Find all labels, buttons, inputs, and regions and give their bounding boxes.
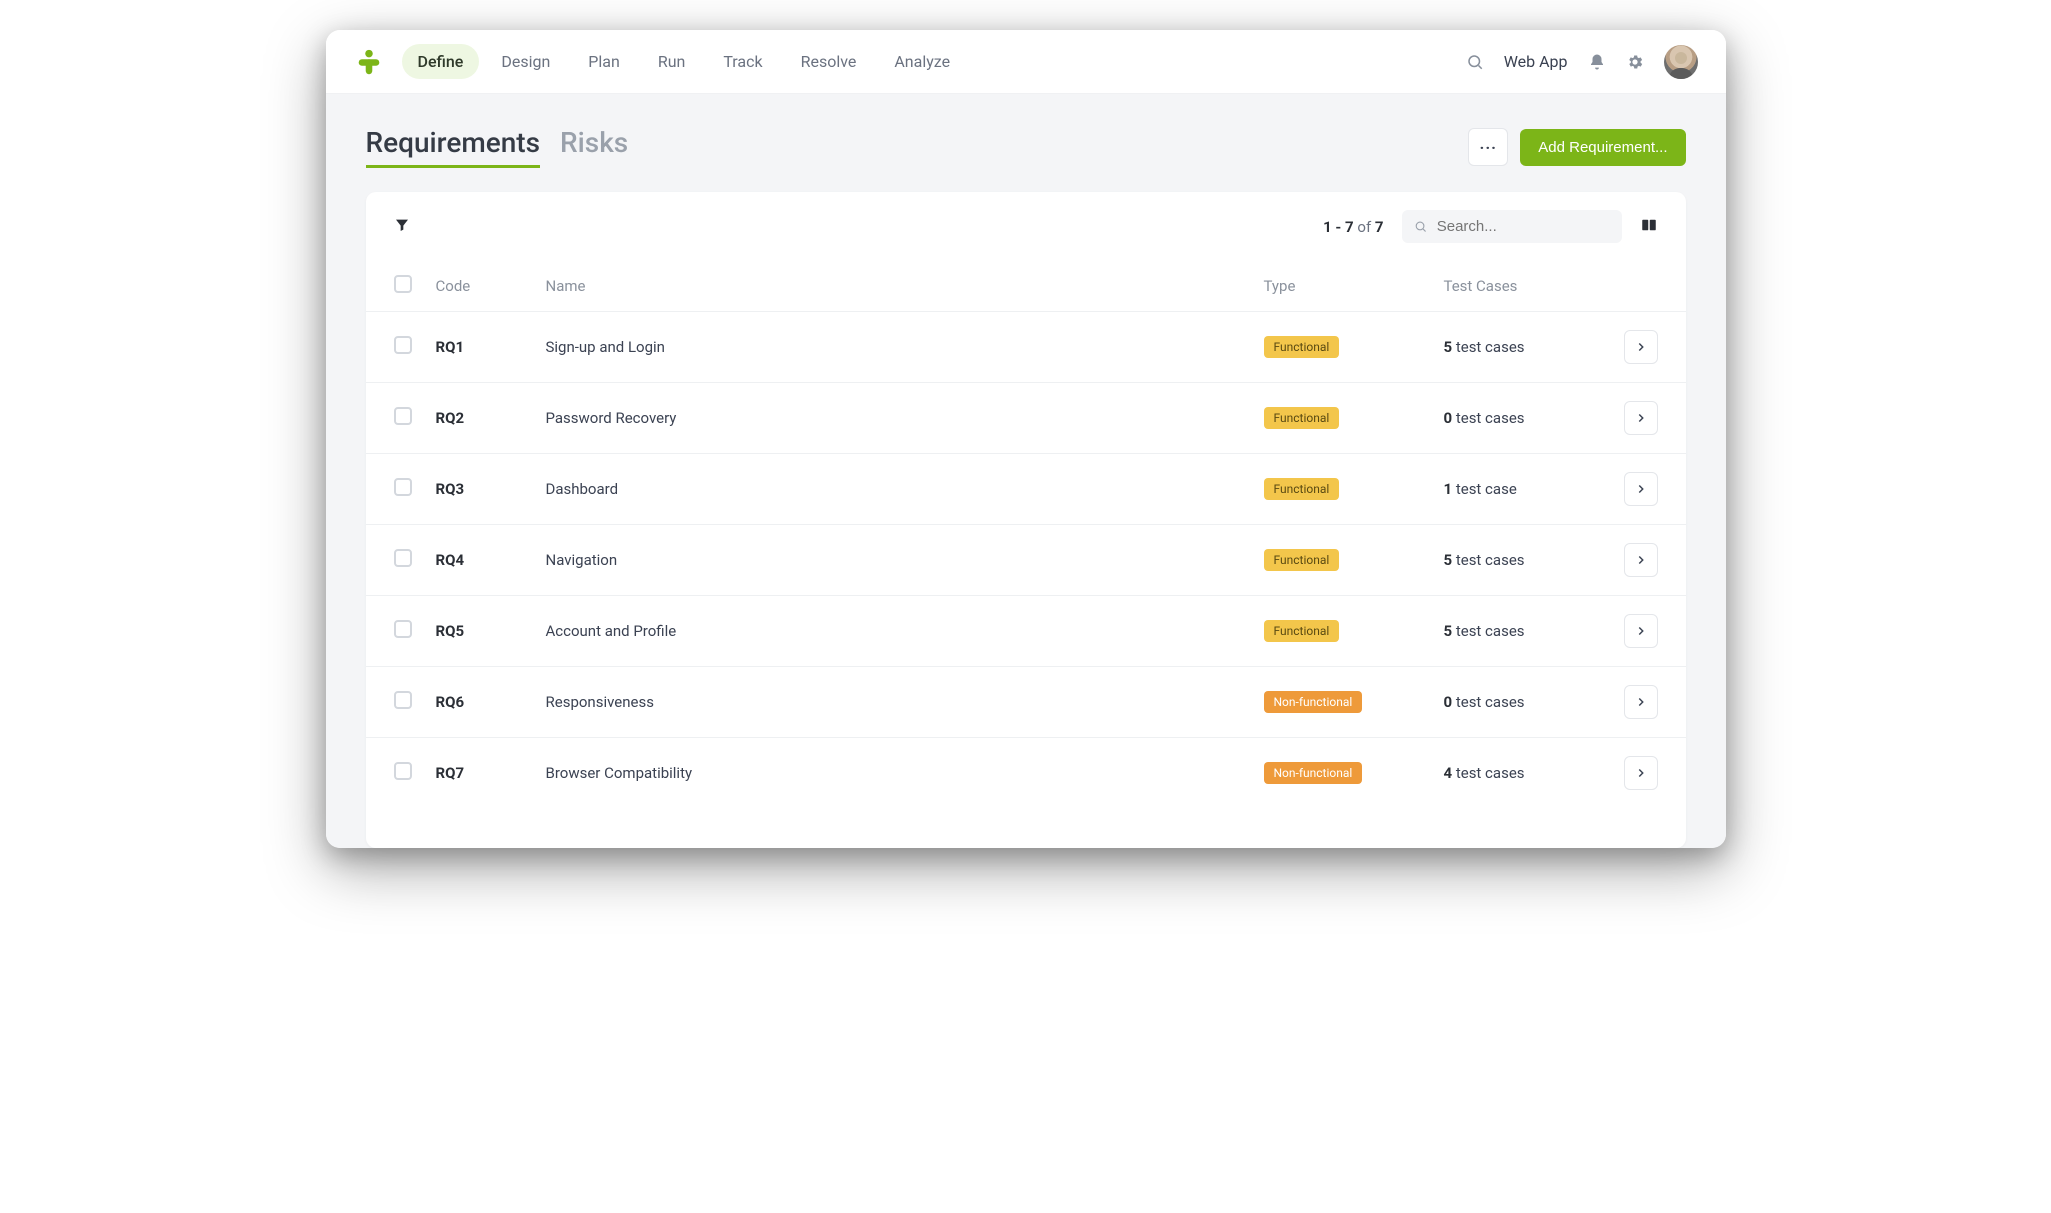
search-input[interactable] bbox=[1437, 218, 1610, 235]
requirements-card: 1 - 7 of 7 Code Name bbox=[366, 192, 1686, 848]
pagination-total: 7 bbox=[1375, 218, 1384, 236]
page-tab-risks[interactable]: Risks bbox=[560, 126, 628, 165]
row-checkbox[interactable] bbox=[394, 478, 412, 496]
table-row[interactable]: RQ6Responsiveness Non-functional 0 test ca… bbox=[366, 667, 1686, 738]
pagination-of: of bbox=[1354, 218, 1375, 236]
column-header-testcases[interactable]: Test Cases bbox=[1432, 261, 1612, 312]
nav-item-define[interactable]: Define bbox=[402, 44, 480, 79]
page-actions: ··· Add Requirement... bbox=[1468, 128, 1685, 166]
top-bar-right: Web App bbox=[1466, 45, 1698, 79]
user-avatar[interactable] bbox=[1664, 45, 1698, 79]
row-checkbox[interactable] bbox=[394, 691, 412, 709]
type-badge: Functional bbox=[1264, 549, 1340, 571]
test-cases-count: 1 test case bbox=[1432, 454, 1612, 525]
nav-item-track[interactable]: Track bbox=[707, 44, 778, 79]
test-cases-count: 5 test cases bbox=[1432, 596, 1612, 667]
requirement-name: Password Recovery bbox=[534, 383, 1252, 454]
table-row[interactable]: RQ2Password Recovery Functional 0 test cas… bbox=[366, 383, 1686, 454]
type-badge: Non-functional bbox=[1264, 691, 1363, 713]
requirement-name: Browser Compatibility bbox=[534, 738, 1252, 809]
row-checkbox[interactable] bbox=[394, 336, 412, 354]
top-bar: DefineDesignPlanRunTrackResolveAnalyze W… bbox=[326, 30, 1726, 94]
requirements-table: Code Name Type Test Cases RQ1Sign-up and… bbox=[366, 261, 1686, 808]
column-header-select bbox=[366, 261, 424, 312]
row-expand-button[interactable] bbox=[1624, 543, 1658, 577]
app-logo[interactable] bbox=[354, 47, 384, 77]
requirement-name: Account and Profile bbox=[534, 596, 1252, 667]
pagination-range: 1 - 7 bbox=[1323, 218, 1354, 236]
bell-icon[interactable] bbox=[1588, 53, 1606, 71]
nav-item-analyze[interactable]: Analyze bbox=[878, 44, 966, 79]
gear-icon[interactable] bbox=[1626, 53, 1644, 71]
test-cases-count: 0 test cases bbox=[1432, 667, 1612, 738]
more-actions-button[interactable]: ··· bbox=[1468, 128, 1508, 166]
nav-item-resolve[interactable]: Resolve bbox=[785, 44, 873, 79]
test-cases-count: 4 test cases bbox=[1432, 738, 1612, 809]
pagination-label: 1 - 7 of 7 bbox=[1323, 218, 1383, 236]
type-badge: Functional bbox=[1264, 336, 1340, 358]
main-nav: DefineDesignPlanRunTrackResolveAnalyze bbox=[402, 44, 967, 79]
requirement-name: Sign-up and Login bbox=[534, 312, 1252, 383]
type-badge: Non-functional bbox=[1264, 762, 1363, 784]
row-expand-button[interactable] bbox=[1624, 401, 1658, 435]
page-tab-requirements[interactable]: Requirements bbox=[366, 126, 541, 168]
row-expand-button[interactable] bbox=[1624, 756, 1658, 790]
requirement-code: RQ3 bbox=[424, 454, 534, 525]
table-row[interactable]: RQ1Sign-up and Login Functional 5 test cas… bbox=[366, 312, 1686, 383]
table-row[interactable]: RQ5Account and Profile Functional 5 test c… bbox=[366, 596, 1686, 667]
table-row[interactable]: RQ3Dashboard Functional 1 test case bbox=[366, 454, 1686, 525]
row-expand-button[interactable] bbox=[1624, 685, 1658, 719]
test-cases-count: 5 test cases bbox=[1432, 312, 1612, 383]
row-expand-button[interactable] bbox=[1624, 472, 1658, 506]
nav-item-plan[interactable]: Plan bbox=[572, 44, 636, 79]
table-toolbar: 1 - 7 of 7 bbox=[366, 192, 1686, 261]
column-header-name[interactable]: Name bbox=[534, 261, 1252, 312]
requirement-code: RQ6 bbox=[424, 667, 534, 738]
test-cases-count: 5 test cases bbox=[1432, 525, 1612, 596]
row-checkbox[interactable] bbox=[394, 549, 412, 567]
row-expand-button[interactable] bbox=[1624, 330, 1658, 364]
type-badge: Functional bbox=[1264, 478, 1340, 500]
columns-icon[interactable] bbox=[1640, 216, 1658, 238]
add-requirement-button[interactable]: Add Requirement... bbox=[1520, 129, 1685, 166]
table-row[interactable]: RQ4Navigation Functional 5 test cases bbox=[366, 525, 1686, 596]
filter-icon[interactable] bbox=[394, 217, 410, 237]
nav-item-design[interactable]: Design bbox=[485, 44, 566, 79]
table-row[interactable]: RQ7Browser Compatibility Non-functional 4 … bbox=[366, 738, 1686, 809]
type-badge: Functional bbox=[1264, 407, 1340, 429]
search-icon[interactable] bbox=[1466, 53, 1484, 71]
project-selector[interactable]: Web App bbox=[1504, 52, 1568, 71]
requirement-name: Dashboard bbox=[534, 454, 1252, 525]
column-header-code[interactable]: Code bbox=[424, 261, 534, 312]
row-checkbox[interactable] bbox=[394, 407, 412, 425]
column-header-actions bbox=[1612, 261, 1686, 312]
requirement-code: RQ7 bbox=[424, 738, 534, 809]
row-checkbox[interactable] bbox=[394, 762, 412, 780]
row-expand-button[interactable] bbox=[1624, 614, 1658, 648]
requirement-name: Responsiveness bbox=[534, 667, 1252, 738]
requirement-code: RQ4 bbox=[424, 525, 534, 596]
nav-item-run[interactable]: Run bbox=[642, 44, 702, 79]
test-cases-count: 0 test cases bbox=[1432, 383, 1612, 454]
requirement-code: RQ1 bbox=[424, 312, 534, 383]
page-tabs: Requirements Risks bbox=[366, 126, 629, 168]
search-box[interactable] bbox=[1402, 210, 1622, 243]
app-window: DefineDesignPlanRunTrackResolveAnalyze W… bbox=[326, 30, 1726, 848]
content-area: Requirements Risks ··· Add Requirement...… bbox=[326, 94, 1726, 848]
requirement-code: RQ2 bbox=[424, 383, 534, 454]
requirement-name: Navigation bbox=[534, 525, 1252, 596]
select-all-checkbox[interactable] bbox=[394, 275, 412, 293]
column-header-type[interactable]: Type bbox=[1252, 261, 1432, 312]
requirement-code: RQ5 bbox=[424, 596, 534, 667]
page-header: Requirements Risks ··· Add Requirement... bbox=[366, 126, 1686, 168]
row-checkbox[interactable] bbox=[394, 620, 412, 638]
type-badge: Functional bbox=[1264, 620, 1340, 642]
